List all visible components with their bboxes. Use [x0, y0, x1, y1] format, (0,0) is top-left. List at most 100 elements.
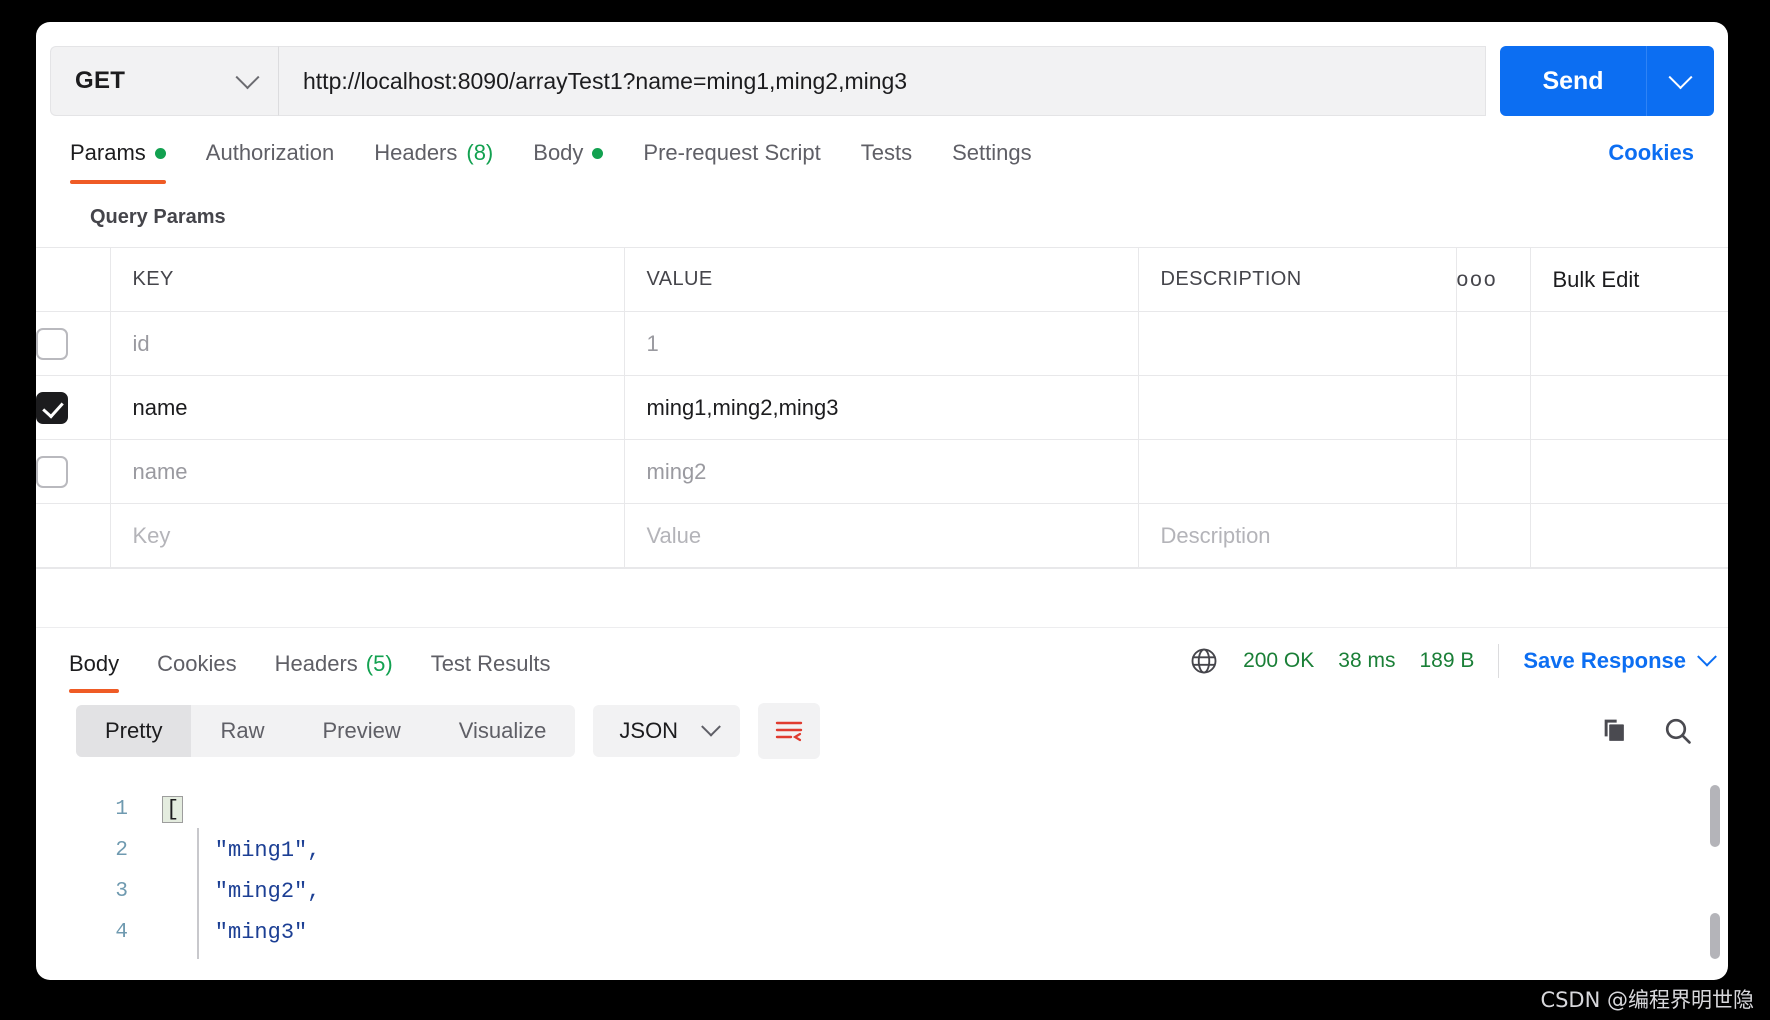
more-options-icon[interactable]: ooo [1456, 248, 1530, 312]
panel-divider [36, 569, 1728, 627]
response-tab-cookies[interactable]: Cookies [138, 651, 255, 693]
query-params-title: Query Params [36, 184, 1728, 247]
save-response-button[interactable]: Save Response [1523, 648, 1714, 674]
row-value[interactable]: ming2 [624, 440, 1138, 504]
table-header-row: KEY VALUE DESCRIPTION ooo Bulk Edit [36, 248, 1728, 312]
row-spacer [1456, 376, 1530, 440]
vertical-scrollbar-lower[interactable] [1710, 913, 1720, 959]
row-checkbox[interactable] [36, 392, 68, 424]
row-value[interactable]: 1 [624, 312, 1138, 376]
line-number: 2 [36, 839, 154, 862]
request-tab-bar: Params Authorization Headers (8) Body Pr… [36, 122, 1728, 184]
screenshot-root: GET http://localhost:8090/arrayTest1?nam… [0, 0, 1770, 1020]
code-text: "ming3" [154, 920, 307, 945]
copy-icon[interactable] [1598, 715, 1630, 747]
response-body-code[interactable]: 1 [ 2 "ming1", 3 "ming2", 4 "ming3" [36, 773, 1728, 959]
divider [1498, 644, 1499, 678]
response-status: 200 OK [1243, 649, 1314, 673]
http-method-label: GET [75, 67, 125, 95]
code-text: "ming1", [154, 838, 320, 863]
new-row-key-input[interactable]: Key [110, 504, 624, 568]
new-row-value-input[interactable]: Value [624, 504, 1138, 568]
unsaved-dot-icon [155, 148, 166, 159]
bulk-edit-button[interactable]: Bulk Edit [1530, 248, 1728, 312]
headers-count: (8) [466, 140, 493, 166]
vertical-scrollbar[interactable] [1710, 785, 1720, 847]
send-button[interactable]: Send [1500, 46, 1646, 116]
line-number: 4 [36, 921, 154, 944]
language-select[interactable]: JSON [593, 705, 740, 757]
line-number: 1 [36, 798, 154, 821]
header-checkbox-cell [36, 248, 110, 312]
row-description[interactable] [1138, 440, 1456, 504]
code-text: [ [154, 796, 183, 823]
row-description[interactable] [1138, 376, 1456, 440]
response-view-segmented: Pretty Raw Preview Visualize [76, 705, 575, 757]
tab-settings[interactable]: Settings [932, 140, 1052, 184]
code-line: 2 "ming1", [36, 830, 1728, 871]
tab-body[interactable]: Body [513, 140, 623, 184]
row-spacer [1456, 504, 1530, 568]
cookies-link[interactable]: Cookies [1608, 140, 1714, 184]
header-value: VALUE [624, 248, 1138, 312]
row-spacer [1456, 440, 1530, 504]
row-key[interactable]: name [110, 440, 624, 504]
response-tab-headers[interactable]: Headers (5) [256, 651, 412, 693]
tab-headers[interactable]: Headers (8) [354, 140, 513, 184]
row-spacer [1530, 312, 1728, 376]
new-row-checkbox-cell [36, 504, 110, 568]
header-key: KEY [110, 248, 624, 312]
code-line: 4 "ming3" [36, 912, 1728, 953]
view-preview[interactable]: Preview [293, 705, 429, 757]
url-input[interactable]: http://localhost:8090/arrayTest1?name=mi… [278, 46, 1486, 116]
chevron-down-icon [235, 65, 259, 89]
url-bar: GET http://localhost:8090/arrayTest1?nam… [36, 22, 1728, 122]
row-key[interactable]: id [110, 312, 624, 376]
code-line: 3 "ming2", [36, 871, 1728, 912]
view-pretty[interactable]: Pretty [76, 705, 191, 757]
globe-icon[interactable] [1189, 646, 1219, 676]
postman-request-window: GET http://localhost:8090/arrayTest1?nam… [36, 22, 1728, 980]
row-key[interactable]: name [110, 376, 624, 440]
http-method-select[interactable]: GET [50, 46, 278, 116]
row-description[interactable] [1138, 312, 1456, 376]
row-checkbox-cell [36, 440, 110, 504]
send-options-button[interactable] [1646, 46, 1714, 116]
view-visualize[interactable]: Visualize [430, 705, 576, 757]
row-checkbox[interactable] [36, 456, 68, 488]
response-headers-count: (5) [366, 651, 393, 677]
chevron-down-icon [1668, 65, 1692, 89]
tab-tests[interactable]: Tests [841, 140, 932, 184]
save-response-label: Save Response [1523, 648, 1686, 674]
row-checkbox-cell [36, 376, 110, 440]
query-params-table: KEY VALUE DESCRIPTION ooo Bulk Edit id 1 [36, 247, 1728, 568]
row-checkbox[interactable] [36, 328, 68, 360]
table-row-new: Key Value Description [36, 504, 1728, 568]
watermark: CSDN @编程界明世隐 [1540, 984, 1754, 1014]
view-raw[interactable]: Raw [191, 705, 293, 757]
row-value[interactable]: ming1,ming2,ming3 [624, 376, 1138, 440]
language-label: JSON [619, 718, 678, 744]
response-tab-bar: Body Cookies Headers (5) Test Results [36, 627, 1728, 693]
tab-params[interactable]: Params [50, 140, 186, 184]
word-wrap-button[interactable] [758, 703, 820, 759]
row-spacer [1530, 504, 1728, 568]
response-meta: 200 OK 38 ms 189 B Save Response [1189, 644, 1714, 678]
query-params-table-wrapper: KEY VALUE DESCRIPTION ooo Bulk Edit id 1 [36, 247, 1728, 569]
unsaved-dot-icon [592, 148, 603, 159]
chevron-down-icon [701, 717, 721, 737]
table-row: id 1 [36, 312, 1728, 376]
new-row-description-input[interactable]: Description [1138, 504, 1456, 568]
response-time: 38 ms [1338, 649, 1395, 673]
search-icon[interactable] [1662, 715, 1694, 747]
row-spacer [1530, 440, 1728, 504]
response-actions [1598, 715, 1714, 747]
fold-marker[interactable]: [ [162, 796, 183, 823]
chevron-down-icon [1697, 646, 1717, 666]
row-checkbox-cell [36, 312, 110, 376]
response-tab-test-results[interactable]: Test Results [412, 651, 570, 693]
tab-authorization[interactable]: Authorization [186, 140, 354, 184]
response-tab-body[interactable]: Body [50, 651, 138, 693]
header-description: DESCRIPTION [1138, 248, 1456, 312]
tab-pre-request-script[interactable]: Pre-request Script [623, 140, 840, 184]
